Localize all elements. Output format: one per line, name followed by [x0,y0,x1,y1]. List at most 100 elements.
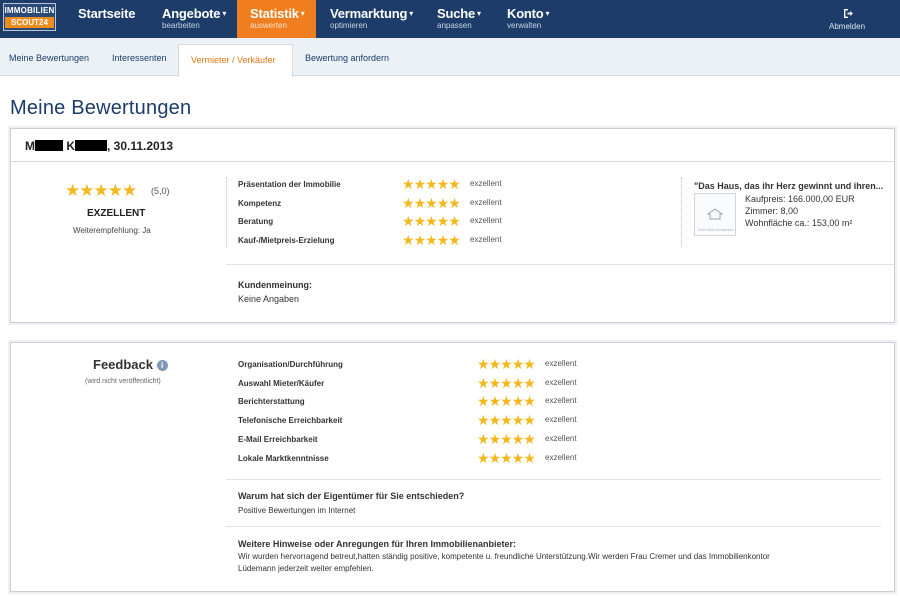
star-icon: ★ [448,194,461,211]
q1-heading: Warum hat sich der Eigentümer für Sie en… [238,491,465,501]
rating-label: Berichterstattung [238,397,305,407]
q2-text-line2: Lüdemann jederzeit weiter empfehlen. [238,564,374,573]
star-icon: ★ [488,374,502,391]
nav-item-vermarktung[interactable]: Vermarktung ▾ optimieren [330,0,420,38]
star-icon: ★ [436,176,450,192]
star-icon: ★ [402,176,415,192]
star-rating: ★★★★★ [402,213,461,230]
star-icon: ★ [413,213,427,230]
listing-thumbnail[interactable]: Kein Bild vorhanden [694,193,736,236]
star-icon: ★ [448,176,461,192]
tab-meine-bewertungen[interactable]: Meine Bewertungen [9,53,89,63]
divider [226,479,881,480]
q2-text-line1: Wir wurden hervorragend betreut,hatten s… [238,552,770,561]
star-rating: ★★★★★ [477,356,536,373]
star-icon: ★ [523,356,536,372]
nav-item-label: Konto ▾ [507,6,550,21]
star-icon: ★ [425,232,438,249]
tab-interessenten[interactable]: Interessenten [112,53,167,63]
nav-item-sublabel: optimieren [330,21,368,30]
tab-vermieter-verkaeufer[interactable]: Vermieter / Verkäufer [178,44,293,77]
overall-score: (5,0) [151,186,170,196]
q1-text: Positive Bewertungen im Internet [238,506,356,515]
star-icon: ★ [425,194,438,211]
logo-line2: SCOUT24 [5,17,54,28]
star-icon: ★ [477,449,490,466]
chevron-down-icon: ▾ [222,9,227,18]
rating-label: Telefonische Erreichbarkeit [238,416,343,426]
reviewer-name-date: M K, 30.11.2013 [25,139,174,153]
page-title: Meine Bewertungen [10,97,192,119]
nav-item-konto[interactable]: Konto ▾ verwalten [507,0,557,38]
rating-label: Beratung [238,217,274,227]
star-icon: ★ [413,176,427,192]
star-icon: ★ [500,412,513,429]
redacted-name-block [75,140,108,151]
nav-item-angebote[interactable]: Angebote ▾ bearbeiten [162,0,232,38]
recommendation-text: Weiterempfehlung: Ja [73,226,151,235]
logout-button[interactable]: Abmelden [829,8,869,34]
nav-item-statistik[interactable]: Statistik ▾ auswerten [250,0,316,38]
star-icon: ★ [488,356,502,372]
rating-label: Kompetenz [238,198,282,208]
feedback-note: (wird nicht veröffentlicht) [85,378,161,385]
star-icon: ★ [511,393,525,410]
chevron-down-icon: ▾ [545,9,550,18]
star-icon: ★ [523,430,536,447]
star-icon: ★ [488,430,502,447]
star-icon: ★ [402,213,415,230]
divider [681,177,682,247]
star-icon: ★ [402,232,415,249]
star-icon: ★ [523,449,536,466]
rating-value: exzellent [545,452,577,462]
overall-star-rating: ★★★★★ [65,181,137,201]
chevron-down-icon: ▾ [409,9,414,18]
star-icon: ★ [448,232,461,249]
star-rating: ★★★★★ [477,412,536,429]
star-icon: ★ [500,449,513,466]
nav-item-sublabel: verwalten [507,21,542,30]
star-icon: ★ [477,374,490,391]
star-icon: ★ [511,449,525,466]
star-icon: ★ [488,449,502,466]
star-rating: ★★★★★ [402,232,461,249]
divider [226,177,227,247]
rating-label: Präsentation der Immobilie [238,180,341,189]
star-icon: ★ [511,356,525,372]
star-icon: ★ [436,232,450,249]
star-icon: ★ [436,194,450,211]
listing-rooms: Zimmer: 8,00 [745,206,799,216]
star-rating: ★★★★★ [477,393,536,410]
star-icon: ★ [448,213,461,230]
nav-item-startseite[interactable]: Startseite [78,0,138,38]
star-icon: ★ [500,356,513,372]
chevron-down-icon: ▾ [477,9,481,18]
star-icon: ★ [488,412,502,429]
thumbnail-caption: Kein Bild vorhanden [698,227,734,232]
listing-area: Wohnfläche ca.: 153,00 m² [745,218,853,228]
star-icon: ★ [425,176,438,192]
info-icon[interactable]: i [156,360,168,371]
tab-bewertung-anfordern[interactable]: Bewertung anfordern [305,53,389,63]
star-icon: ★ [523,393,536,410]
opinion-text: Keine Angaben [238,294,300,304]
star-icon: ★ [425,213,438,230]
listing-title[interactable]: "Das Haus, das ihr Herz gewinnt und ihre… [694,181,883,191]
star-rating: ★★★★★ [402,176,461,193]
star-rating: ★★★★★ [477,449,536,467]
star-icon: ★ [511,374,525,391]
star-icon: ★ [511,430,525,447]
divider [226,264,894,265]
star-icon: ★ [511,412,525,429]
rating-label: Auswahl Mieter/Käufer [238,378,325,388]
star-icon: ★ [477,356,490,372]
star-icon: ★ [477,393,490,410]
rating-value: exzellent [545,377,577,387]
top-navigation: IMMOBILIEN SCOUT24 Startseite Angebote ▾ … [0,0,900,38]
rating-value: exzellent [470,179,502,188]
q2-heading: Weitere Hinweise oder Anregungen für Ihr… [238,539,517,549]
overall-label: EXZELLENT [87,208,146,219]
immobilienscout24-logo[interactable]: IMMOBILIEN SCOUT24 [3,3,56,31]
nav-item-suche[interactable]: Suche ▾ anpassen [437,0,487,38]
rating-label: Organisation/Durchführung [238,360,343,369]
